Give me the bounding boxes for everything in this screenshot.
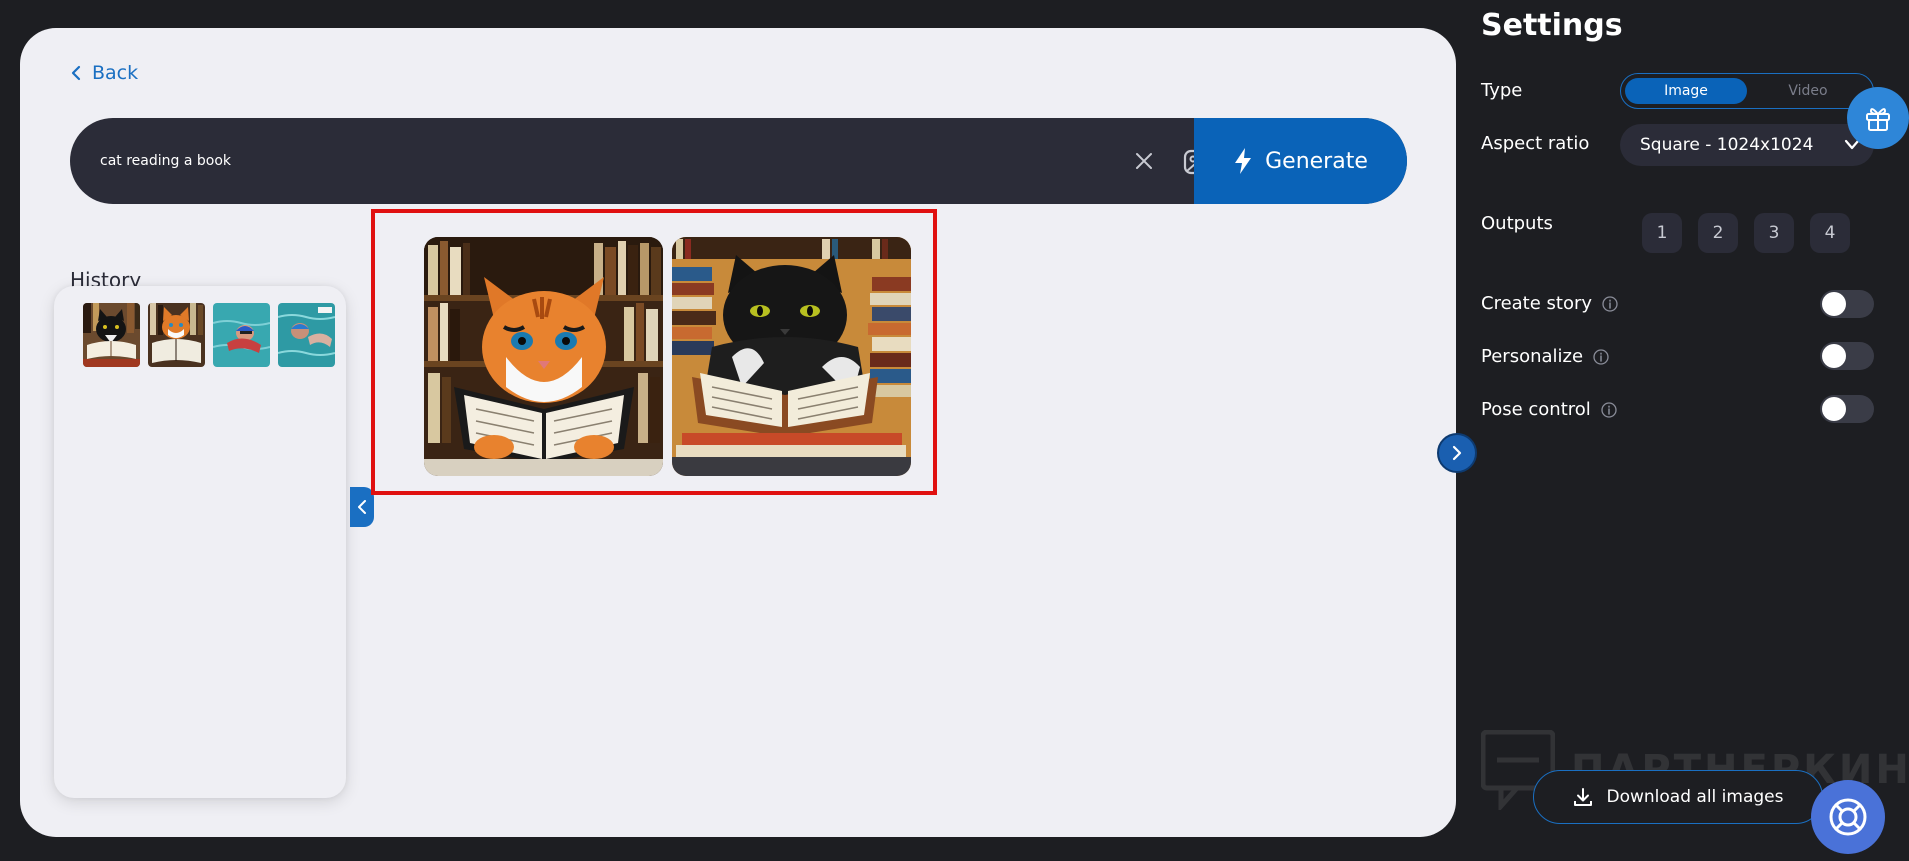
type-toggle: Image Video [1620, 73, 1874, 109]
aspect-ratio-select[interactable]: Square - 1024x1024 [1620, 124, 1874, 166]
create-story-toggle[interactable] [1820, 290, 1874, 318]
gift-icon [1866, 108, 1890, 131]
personalize-toggle[interactable] [1820, 342, 1874, 370]
swimmer-thumbnail-image [213, 303, 270, 367]
gift-button[interactable] [1847, 87, 1909, 149]
personalize-label: Personalize [1481, 346, 1584, 367]
result-image-black-cat[interactable] [672, 237, 911, 476]
prompt-input[interactable] [100, 118, 1060, 204]
output-option-2[interactable]: 2 [1698, 213, 1738, 253]
lifebuoy-icon [1829, 798, 1867, 836]
type-option-video[interactable]: Video [1747, 78, 1869, 104]
history-thumbnail-black-cat[interactable] [83, 303, 140, 367]
output-option-1[interactable]: 1 [1642, 213, 1682, 253]
black-cat-reading-image [672, 237, 911, 476]
output-option-4[interactable]: 4 [1810, 213, 1850, 253]
info-icon[interactable] [1601, 401, 1617, 418]
orange-cat-reading-image [424, 237, 663, 476]
chevron-right-icon [1452, 445, 1462, 461]
history-thumbnail-swimmer-2[interactable] [278, 303, 335, 367]
download-icon [1573, 788, 1592, 806]
expand-panel-button[interactable] [1437, 433, 1477, 473]
chevron-left-icon [71, 65, 81, 81]
aspect-ratio-value: Square - 1024x1024 [1640, 135, 1814, 155]
history-thumbnail-orange-cat[interactable] [148, 303, 205, 367]
type-option-image[interactable]: Image [1625, 78, 1747, 104]
back-link[interactable]: Back [68, 62, 138, 84]
settings-title: Settings [1481, 8, 1623, 43]
history-thumbnail-swimmer-1[interactable] [213, 303, 270, 367]
type-label: Type [1481, 80, 1523, 101]
orange-cat-thumbnail-image [148, 303, 205, 367]
generate-label: Generate [1265, 148, 1368, 174]
download-all-button[interactable]: Download all images [1533, 770, 1823, 824]
info-icon[interactable] [1593, 348, 1609, 365]
close-icon [1136, 153, 1152, 169]
history-thumbnails [83, 303, 335, 367]
personalize-row: Personalize [1481, 346, 1609, 367]
pose-control-toggle[interactable] [1820, 395, 1874, 423]
black-cat-thumbnail-image [83, 303, 140, 367]
create-story-row: Create story [1481, 293, 1618, 314]
pose-control-label: Pose control [1481, 399, 1591, 420]
history-panel [54, 286, 346, 798]
chevron-left-icon [358, 500, 366, 514]
outputs-selector: 1 2 3 4 [1642, 213, 1850, 253]
create-story-label: Create story [1481, 293, 1593, 314]
generate-button[interactable]: Generate [1194, 118, 1407, 204]
result-image-orange-cat[interactable] [424, 237, 663, 476]
outputs-label: Outputs [1481, 213, 1553, 234]
download-all-label: Download all images [1606, 787, 1784, 807]
prompt-bar: Generate [70, 118, 1407, 204]
help-button[interactable] [1811, 780, 1885, 854]
back-label: Back [92, 62, 139, 84]
info-icon[interactable] [1602, 295, 1618, 312]
lightning-icon [1235, 148, 1252, 174]
output-option-3[interactable]: 3 [1754, 213, 1794, 253]
aspect-ratio-label: Aspect ratio [1481, 133, 1590, 154]
clear-prompt-button[interactable] [1130, 147, 1158, 175]
swimmer-pool-thumbnail-image [278, 303, 335, 367]
pose-control-row: Pose control [1481, 399, 1617, 420]
